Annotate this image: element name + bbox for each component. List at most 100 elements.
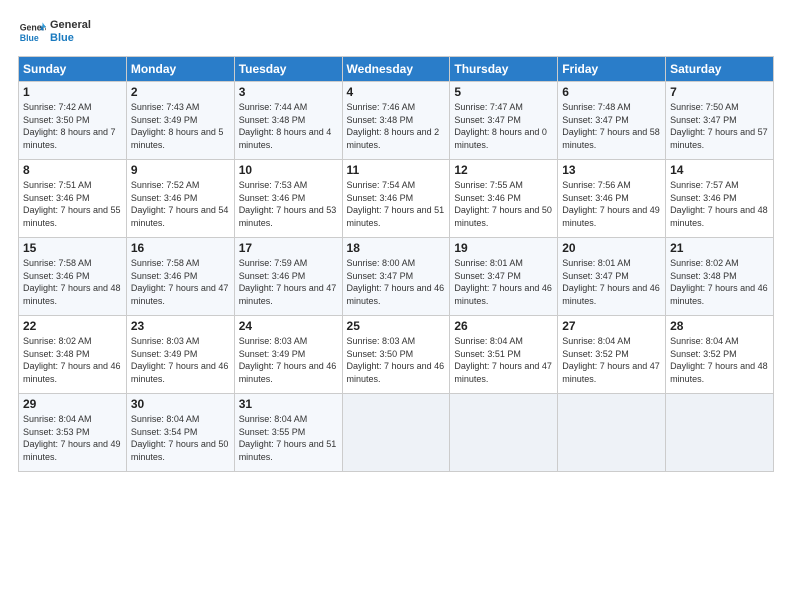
- day-number: 3: [239, 85, 338, 99]
- cell-content: Sunrise: 7:54 AMSunset: 3:46 PMDaylight:…: [347, 179, 446, 229]
- calendar-cell: 9 Sunrise: 7:52 AMSunset: 3:46 PMDaylight…: [126, 160, 234, 238]
- calendar-cell: 8Sunrise: 7:51 AMSunset: 3:46 PMDaylight…: [19, 160, 127, 238]
- cell-content: Sunrise: 8:01 AMSunset: 3:47 PMDaylight:…: [562, 257, 661, 307]
- calendar-cell: 11Sunrise: 7:54 AMSunset: 3:46 PMDayligh…: [342, 160, 450, 238]
- cell-content: Sunrise: 8:04 AMSunset: 3:55 PMDaylight:…: [239, 413, 338, 463]
- day-number: 19: [454, 241, 553, 255]
- cell-content: Sunrise: 7:52 AMSunset: 3:46 PMDaylight:…: [131, 179, 230, 229]
- calendar-cell: 19 Sunrise: 8:01 AMSunset: 3:47 PMDayligh…: [450, 238, 558, 316]
- calendar-cell: 31Sunrise: 8:04 AMSunset: 3:55 PMDayligh…: [234, 394, 342, 472]
- cell-content: Sunrise: 8:03 AMSunset: 3:50 PMDaylight:…: [347, 335, 446, 385]
- calendar: SundayMondayTuesdayWednesdayThursdayFrid…: [18, 56, 774, 472]
- cell-content: Sunrise: 8:04 AMSunset: 3:52 PMDaylight:…: [562, 335, 661, 385]
- cell-content: Sunrise: 7:48 AMSunset: 3:47 PMDaylight:…: [562, 101, 661, 151]
- day-number: 16: [131, 241, 230, 255]
- cell-content: Sunrise: 8:03 AMSunset: 3:49 PMDaylight:…: [131, 335, 230, 385]
- calendar-cell: 2 Sunrise: 7:43 AMSunset: 3:49 PMDaylight…: [126, 82, 234, 160]
- col-header-thursday: Thursday: [450, 57, 558, 82]
- calendar-cell: 7Sunrise: 7:50 AMSunset: 3:47 PMDaylight…: [666, 82, 774, 160]
- day-number: 25: [347, 319, 446, 333]
- calendar-week-5: 29 Sunrise: 8:04 AMSunset: 3:53 PMDayligh…: [19, 394, 774, 472]
- calendar-cell: 13Sunrise: 7:56 AMSunset: 3:46 PMDayligh…: [558, 160, 666, 238]
- day-number: 7: [670, 85, 769, 99]
- calendar-cell: 23 Sunrise: 8:03 AMSunset: 3:49 PMDayligh…: [126, 316, 234, 394]
- day-number: 22: [23, 319, 122, 333]
- logo-blue: Blue: [50, 32, 91, 45]
- calendar-cell: 20 Sunrise: 8:01 AMSunset: 3:47 PMDayligh…: [558, 238, 666, 316]
- cell-content: Sunrise: 7:56 AMSunset: 3:46 PMDaylight:…: [562, 179, 661, 229]
- cell-content: Sunrise: 8:02 AMSunset: 3:48 PMDaylight:…: [23, 335, 122, 385]
- day-number: 29: [23, 397, 122, 411]
- day-number: 18: [347, 241, 446, 255]
- calendar-cell: 27 Sunrise: 8:04 AMSunset: 3:52 PMDayligh…: [558, 316, 666, 394]
- calendar-cell: 26 Sunrise: 8:04 AMSunset: 3:51 PMDayligh…: [450, 316, 558, 394]
- page: General Blue General Blue SundayMondayTu…: [0, 0, 792, 612]
- day-number: 10: [239, 163, 338, 177]
- calendar-week-1: 1 Sunrise: 7:42 AMSunset: 3:50 PMDaylight…: [19, 82, 774, 160]
- day-number: 27: [562, 319, 661, 333]
- day-number: 20: [562, 241, 661, 255]
- day-number: 1: [23, 85, 122, 99]
- logo-icon: General Blue: [18, 18, 46, 46]
- day-number: 6: [562, 85, 661, 99]
- cell-content: Sunrise: 7:42 AMSunset: 3:50 PMDaylight:…: [23, 101, 122, 151]
- calendar-cell: 18 Sunrise: 8:00 AMSunset: 3:47 PMDayligh…: [342, 238, 450, 316]
- day-number: 24: [239, 319, 338, 333]
- day-number: 28: [670, 319, 769, 333]
- day-number: 15: [23, 241, 122, 255]
- cell-content: Sunrise: 8:03 AMSunset: 3:49 PMDaylight:…: [239, 335, 338, 385]
- cell-content: Sunrise: 7:51 AMSunset: 3:46 PMDaylight:…: [23, 179, 122, 229]
- col-header-wednesday: Wednesday: [342, 57, 450, 82]
- calendar-week-3: 15 Sunrise: 7:58 AMSunset: 3:46 PMDayligh…: [19, 238, 774, 316]
- cell-content: Sunrise: 7:59 AMSunset: 3:46 PMDaylight:…: [239, 257, 338, 307]
- calendar-week-4: 22 Sunrise: 8:02 AMSunset: 3:48 PMDayligh…: [19, 316, 774, 394]
- day-number: 12: [454, 163, 553, 177]
- calendar-cell: 25 Sunrise: 8:03 AMSunset: 3:50 PMDayligh…: [342, 316, 450, 394]
- day-number: 4: [347, 85, 446, 99]
- cell-content: Sunrise: 7:53 AMSunset: 3:46 PMDaylight:…: [239, 179, 338, 229]
- col-header-tuesday: Tuesday: [234, 57, 342, 82]
- cell-content: Sunrise: 7:58 AMSunset: 3:46 PMDaylight:…: [23, 257, 122, 307]
- cell-content: Sunrise: 8:04 AMSunset: 3:53 PMDaylight:…: [23, 413, 122, 463]
- calendar-cell: 10 Sunrise: 7:53 AMSunset: 3:46 PMDayligh…: [234, 160, 342, 238]
- cell-content: Sunrise: 8:01 AMSunset: 3:47 PMDaylight:…: [454, 257, 553, 307]
- day-number: 9: [131, 163, 230, 177]
- cell-content: Sunrise: 8:04 AMSunset: 3:54 PMDaylight:…: [131, 413, 230, 463]
- cell-content: Sunrise: 8:02 AMSunset: 3:48 PMDaylight:…: [670, 257, 769, 307]
- cell-content: Sunrise: 8:04 AMSunset: 3:51 PMDaylight:…: [454, 335, 553, 385]
- calendar-cell: 28 Sunrise: 8:04 AMSunset: 3:52 PMDayligh…: [666, 316, 774, 394]
- calendar-cell: 15 Sunrise: 7:58 AMSunset: 3:46 PMDayligh…: [19, 238, 127, 316]
- cell-content: Sunrise: 8:00 AMSunset: 3:47 PMDaylight:…: [347, 257, 446, 307]
- cell-content: Sunrise: 7:44 AMSunset: 3:48 PMDaylight:…: [239, 101, 338, 151]
- cell-content: Sunrise: 7:43 AMSunset: 3:49 PMDaylight:…: [131, 101, 230, 151]
- col-header-sunday: Sunday: [19, 57, 127, 82]
- calendar-header-row: SundayMondayTuesdayWednesdayThursdayFrid…: [19, 57, 774, 82]
- day-number: 21: [670, 241, 769, 255]
- day-number: 26: [454, 319, 553, 333]
- cell-content: Sunrise: 7:47 AMSunset: 3:47 PMDaylight:…: [454, 101, 553, 151]
- col-header-friday: Friday: [558, 57, 666, 82]
- calendar-cell: 21 Sunrise: 8:02 AMSunset: 3:48 PMDayligh…: [666, 238, 774, 316]
- cell-content: Sunrise: 7:57 AMSunset: 3:46 PMDaylight:…: [670, 179, 769, 229]
- calendar-cell: 6 Sunrise: 7:48 AMSunset: 3:47 PMDaylight…: [558, 82, 666, 160]
- calendar-cell: [342, 394, 450, 472]
- calendar-cell: 1 Sunrise: 7:42 AMSunset: 3:50 PMDaylight…: [19, 82, 127, 160]
- calendar-cell: 30Sunrise: 8:04 AMSunset: 3:54 PMDayligh…: [126, 394, 234, 472]
- calendar-cell: 16Sunrise: 7:58 AMSunset: 3:46 PMDayligh…: [126, 238, 234, 316]
- cell-content: Sunrise: 8:04 AMSunset: 3:52 PMDaylight:…: [670, 335, 769, 385]
- calendar-cell: 14Sunrise: 7:57 AMSunset: 3:46 PMDayligh…: [666, 160, 774, 238]
- calendar-cell: [666, 394, 774, 472]
- calendar-cell: [450, 394, 558, 472]
- cell-content: Sunrise: 7:55 AMSunset: 3:46 PMDaylight:…: [454, 179, 553, 229]
- calendar-week-2: 8Sunrise: 7:51 AMSunset: 3:46 PMDaylight…: [19, 160, 774, 238]
- col-header-saturday: Saturday: [666, 57, 774, 82]
- header: General Blue General Blue: [18, 18, 774, 46]
- calendar-cell: [558, 394, 666, 472]
- col-header-monday: Monday: [126, 57, 234, 82]
- day-number: 17: [239, 241, 338, 255]
- day-number: 2: [131, 85, 230, 99]
- calendar-cell: 4Sunrise: 7:46 AMSunset: 3:48 PMDaylight…: [342, 82, 450, 160]
- logo: General Blue General Blue: [18, 18, 91, 46]
- day-number: 23: [131, 319, 230, 333]
- calendar-cell: 24 Sunrise: 8:03 AMSunset: 3:49 PMDayligh…: [234, 316, 342, 394]
